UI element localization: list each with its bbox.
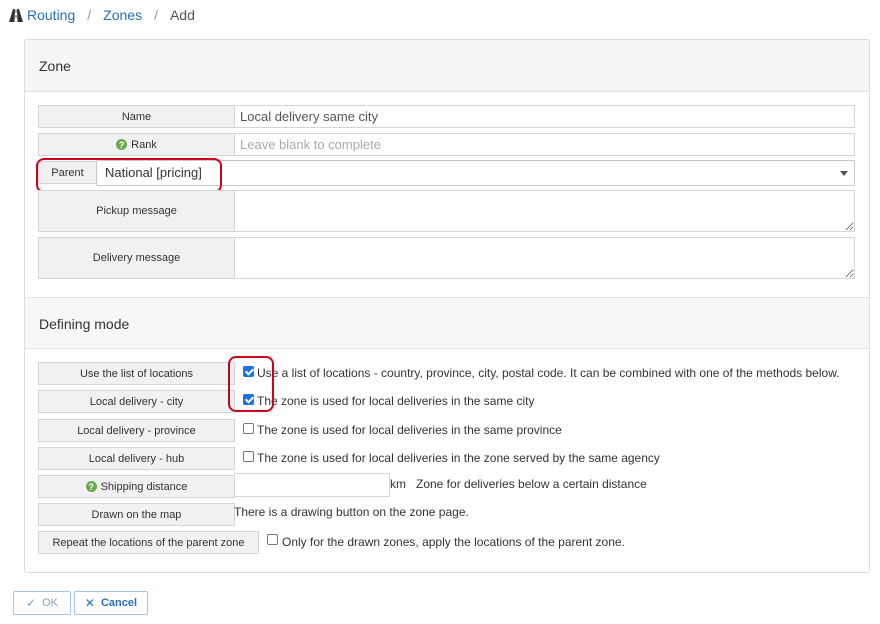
local-delivery-province-text: The zone is used for local deliveries in… [257,423,562,437]
name-input[interactable]: Local delivery same city [234,105,855,128]
shipping-distance-input[interactable] [234,473,390,497]
shipping-distance-label: ? Shipping distance [38,475,235,498]
rank-placeholder: Leave blank to complete [240,137,381,152]
delivery-message-textarea[interactable] [234,237,855,279]
repeat-parent-locations-label: Repeat the locations of the parent zone [38,531,259,554]
defining-mode-section-title: Defining mode [25,297,869,349]
cancel-button[interactable]: ✕ Cancel [74,591,148,615]
shipping-distance-label-text: Shipping distance [100,480,188,493]
help-icon[interactable]: ? [116,139,128,150]
rank-label: ? Rank [38,133,235,156]
drawn-on-map-text: There is a drawing button on the zone pa… [234,505,469,519]
use-list-of-locations-checkbox[interactable] [243,366,254,377]
local-delivery-city-checkbox[interactable] [243,394,254,405]
name-value: Local delivery same city [240,109,378,124]
rank-label-text: Rank [131,138,157,151]
rank-input[interactable]: Leave blank to complete [234,133,855,156]
shipping-distance-unit: km [390,477,406,491]
parent-label: Parent [38,161,97,184]
use-list-of-locations-text: Use a list of locations - country, provi… [257,366,840,380]
use-list-of-locations-label: Use the list of locations [38,362,235,385]
check-icon: ✓ [26,596,37,610]
drawn-on-map-label: Drawn on the map [38,503,235,526]
close-icon: ✕ [84,596,95,610]
road-icon [9,8,23,22]
zone-section-title: Zone [25,40,869,92]
parent-select-value: National [pricing] [105,165,202,180]
parent-select[interactable]: National [pricing] [96,160,855,186]
pickup-message-textarea[interactable] [234,190,855,232]
ok-button[interactable]: ✓ OK [13,591,71,615]
local-delivery-city-text: The zone is used for local deliveries in… [257,394,535,408]
local-delivery-hub-label: Local delivery - hub [38,447,235,470]
breadcrumb-separator: / [154,7,158,23]
breadcrumb-separator: / [87,7,92,23]
breadcrumb: Routing / Zones / Add [9,5,195,25]
local-delivery-province-label: Local delivery - province [38,419,235,442]
breadcrumb-zones-link[interactable]: Zones [103,7,142,23]
delivery-message-label: Delivery message [38,237,235,279]
shipping-distance-text: Zone for deliveries below a certain dist… [416,477,647,491]
help-icon[interactable]: ? [85,481,97,492]
local-delivery-province-checkbox[interactable] [243,423,254,434]
breadcrumb-current: Add [169,7,195,23]
repeat-parent-locations-checkbox[interactable] [267,534,278,545]
cancel-button-label: Cancel [100,597,138,609]
chevron-down-icon[interactable] [840,171,848,176]
name-label: Name [38,105,235,128]
local-delivery-city-label: Local delivery - city [38,390,235,413]
pickup-message-label: Pickup message [38,190,235,232]
local-delivery-hub-text: The zone is used for local deliveries in… [257,451,660,465]
breadcrumb-routing-link[interactable]: Routing [27,7,75,23]
repeat-parent-locations-text: Only for the drawn zones, apply the loca… [282,535,625,549]
local-delivery-hub-checkbox[interactable] [243,451,254,462]
ok-button-label: OK [42,597,58,609]
